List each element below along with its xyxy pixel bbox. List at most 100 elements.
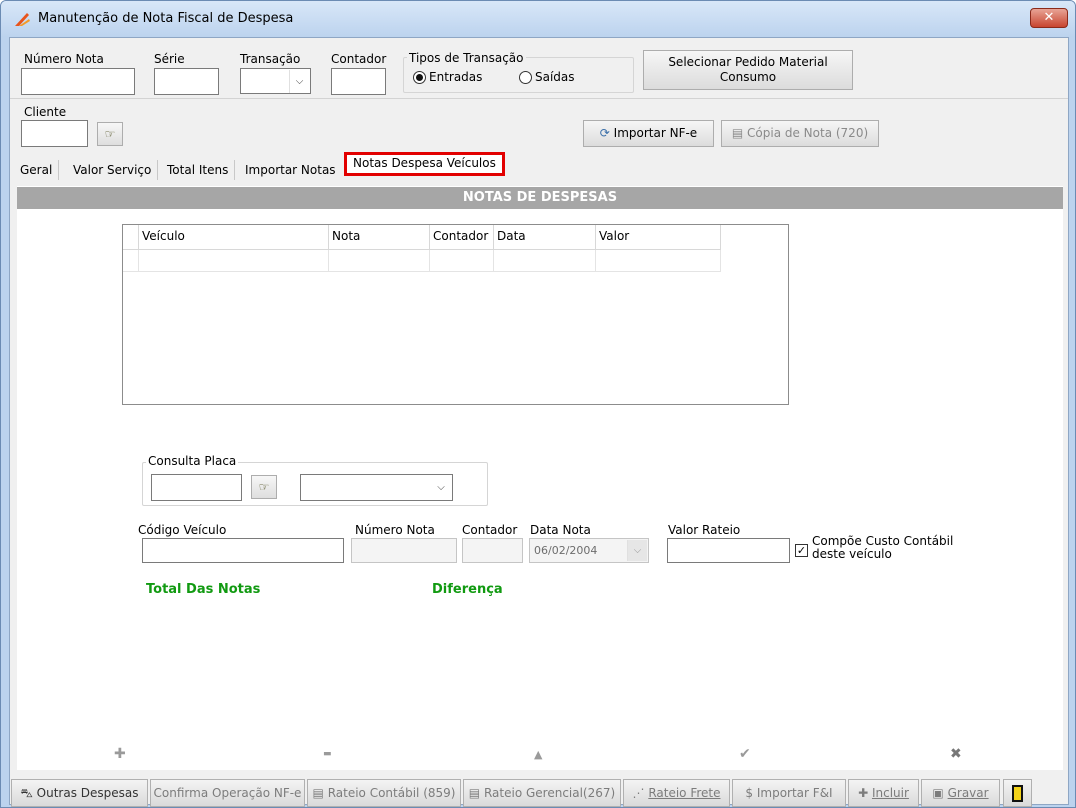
- grid-header-nota[interactable]: Nota: [329, 225, 430, 250]
- confirma-operacao-nfe-button[interactable]: Confirma Operação NF-e: [150, 779, 305, 807]
- importar-nfe-button[interactable]: ⟳ Importar NF-e: [583, 120, 714, 147]
- grid-indicator-header: [123, 225, 139, 250]
- diferenca-label: Diferença: [432, 582, 503, 597]
- entradas-radio[interactable]: [413, 71, 426, 84]
- serie-input[interactable]: [154, 68, 219, 95]
- grid-cell[interactable]: [494, 250, 596, 272]
- grid-header-valor[interactable]: Valor: [596, 225, 721, 250]
- header-separator: [10, 98, 1068, 99]
- dollar-icon: $: [745, 786, 754, 800]
- grid-row-indicator: [123, 250, 139, 272]
- notas-grid[interactable]: Veículo Nota Contador Data Valor: [122, 224, 789, 405]
- numero-nota-detail-label: Número Nota: [355, 523, 435, 537]
- document-icon: ▤: [731, 126, 744, 140]
- incluir-label: Incluir: [871, 786, 909, 800]
- grid-header-contador[interactable]: Contador: [430, 225, 494, 250]
- outras-despesas-label: Outras Despesas: [36, 786, 139, 800]
- grid-cell[interactable]: [596, 250, 721, 272]
- grid-cell[interactable]: [329, 250, 430, 272]
- grid-header-veiculo[interactable]: Veículo: [139, 225, 329, 250]
- tab-total-itens[interactable]: Total Itens: [161, 160, 236, 180]
- grid-header-data[interactable]: Data: [494, 225, 596, 250]
- saidas-label: Saídas: [535, 70, 575, 84]
- consulta-placa-input[interactable]: [151, 474, 242, 501]
- gravar-label: Gravar: [947, 786, 989, 800]
- serie-label: Série: [154, 52, 185, 66]
- saidas-radio[interactable]: [519, 71, 532, 84]
- numero-nota-label: Número Nota: [24, 52, 104, 66]
- title-bar: Manutenção de Nota Fiscal de Despesa ✕: [1, 1, 1075, 37]
- truck-icon: ⋰: [632, 786, 645, 800]
- contador-input[interactable]: [331, 68, 386, 95]
- numero-nota-input[interactable]: [21, 68, 135, 95]
- consulta-placa-label: Consulta Placa: [146, 454, 239, 468]
- rateio-contabil-button[interactable]: ▤ Rateio Contábil (859): [307, 779, 461, 807]
- tab-valor-servico[interactable]: Valor Serviço: [67, 160, 159, 180]
- add-icon[interactable]: ✚: [114, 746, 126, 762]
- valor-rateio-input[interactable]: [667, 538, 790, 563]
- data-nota-input[interactable]: 06/02/2004 ⌵: [529, 538, 649, 563]
- transacao-select[interactable]: ⌵: [240, 68, 311, 94]
- tab-importar-notas[interactable]: Importar Notas: [239, 160, 342, 180]
- cliente-label: Cliente: [24, 105, 67, 119]
- confirma-operacao-nfe-label: Confirma Operação NF-e: [153, 786, 302, 800]
- grid-cell[interactable]: [430, 250, 494, 272]
- outras-despesas-button[interactable]: ⛍ Outras Despesas: [11, 779, 148, 807]
- compoe-custo-checkbox[interactable]: ✓: [795, 544, 808, 557]
- exit-door-icon: [1012, 785, 1023, 802]
- rateio-contabil-label: Rateio Contábil (859): [327, 786, 456, 800]
- contador-label: Contador: [331, 52, 387, 66]
- chevron-down-icon: ⌵: [627, 540, 647, 561]
- pointing-hand-icon: ☞: [258, 480, 270, 494]
- importar-fi-label: Importar F&I: [756, 786, 833, 800]
- tab-geral[interactable]: Geral: [14, 160, 60, 180]
- app-window: Manutenção de Nota Fiscal de Despesa ✕ N…: [0, 0, 1076, 808]
- rateio-frete-button[interactable]: ⋰ Rateio Frete: [623, 779, 730, 807]
- confirm-icon[interactable]: ✔: [739, 746, 751, 762]
- rateio-gerencial-button[interactable]: ▤ Rateio Gerencial(267): [463, 779, 621, 807]
- import-icon: ⟳: [599, 126, 610, 140]
- car-icon: ⛍: [20, 786, 33, 800]
- total-das-notas-label: Total Das Notas: [146, 582, 261, 597]
- valor-rateio-label: Valor Rateio: [668, 523, 741, 537]
- gravar-button[interactable]: ▣ Gravar: [921, 779, 1000, 807]
- cancel-icon[interactable]: ✖: [950, 746, 962, 762]
- section-banner: NOTAS DE DESPESAS: [17, 187, 1063, 209]
- transacao-label: Transação: [240, 52, 301, 66]
- chevron-down-icon: ⌵: [437, 482, 445, 493]
- rateio-frete-label: Rateio Frete: [648, 786, 721, 800]
- data-nota-value: 06/02/2004: [534, 544, 598, 557]
- up-icon[interactable]: ▲: [534, 748, 542, 761]
- compoe-custo-label-line2: deste veículo: [812, 547, 892, 561]
- close-button[interactable]: ✕: [1030, 8, 1068, 28]
- tipos-transacao-label: Tipos de Transação: [407, 51, 526, 65]
- codigo-veiculo-label: Código Veículo: [138, 523, 227, 537]
- consulta-placa-lookup-button[interactable]: ☞: [251, 475, 277, 499]
- chevron-down-icon: ⌵: [289, 70, 309, 93]
- importar-fi-button[interactable]: $ Importar F&I: [732, 779, 846, 807]
- contador-detail-label: Contador: [462, 523, 518, 537]
- contador-detail-input[interactable]: [462, 538, 523, 563]
- remove-icon[interactable]: ▬: [323, 749, 332, 759]
- tab-panel: NOTAS DE DESPESAS Veículo Nota Contador …: [17, 186, 1063, 770]
- document-icon: ▤: [468, 786, 481, 800]
- consulta-placa-select[interactable]: ⌵: [300, 474, 453, 501]
- numero-nota-detail-input[interactable]: [351, 538, 457, 563]
- selecionar-pedido-button[interactable]: Selecionar Pedido Material Consumo: [643, 50, 853, 90]
- copia-nota-button[interactable]: ▤ Cópia de Nota (720): [721, 120, 879, 147]
- window-title: Manutenção de Nota Fiscal de Despesa: [38, 11, 294, 26]
- incluir-button[interactable]: ✚ Incluir: [848, 779, 919, 807]
- data-nota-label: Data Nota: [530, 523, 591, 537]
- copia-nota-label: Cópia de Nota (720): [747, 126, 869, 140]
- entradas-label: Entradas: [429, 70, 483, 84]
- cliente-input[interactable]: [21, 120, 88, 147]
- cliente-lookup-button[interactable]: ☞: [97, 122, 123, 146]
- exit-button[interactable]: [1003, 779, 1032, 807]
- app-logo-icon: [15, 13, 30, 26]
- compoe-custo-label: Compõe Custo Contábil deste veículo: [812, 535, 953, 561]
- document-icon: ▤: [312, 786, 324, 800]
- grid-cell[interactable]: [139, 250, 329, 272]
- tab-notas-despesa-veiculos[interactable]: Notas Despesa Veículos: [344, 152, 505, 176]
- save-icon: ▣: [932, 786, 944, 800]
- codigo-veiculo-input[interactable]: [142, 538, 344, 563]
